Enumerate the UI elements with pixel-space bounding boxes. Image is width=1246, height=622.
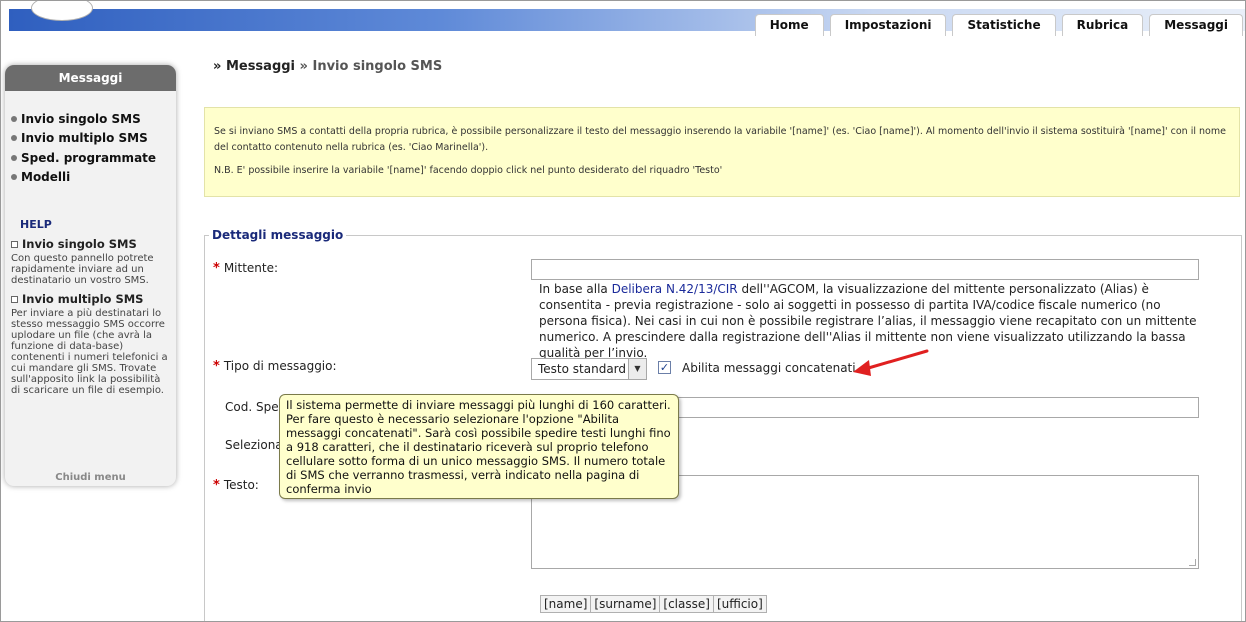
sidebar-item-label[interactable]: Invio singolo SMS	[21, 112, 141, 126]
resize-handle-icon[interactable]	[1189, 559, 1196, 566]
info-text: Se si inviano SMS a contatti della propr…	[214, 126, 1226, 153]
var-classe-button[interactable]: [classe]	[659, 595, 714, 613]
sidebar-title: Messaggi	[5, 65, 176, 91]
square-bullet-icon	[11, 240, 18, 248]
tab-messaggi[interactable]: Messaggi	[1149, 14, 1243, 36]
sidebar: Messaggi Invio singolo SMS Invio multipl…	[5, 65, 176, 486]
sidebar-item-label[interactable]: Sped. programmate	[21, 151, 156, 165]
close-menu-link[interactable]: Chiudi menu	[5, 472, 176, 483]
checkmark-icon: ✓	[659, 361, 670, 374]
var-name-button[interactable]: [name]	[540, 595, 592, 613]
tipo-select-value: Testo standard	[538, 362, 627, 376]
info-note: N.B. E' possibile inserire la variabile …	[214, 165, 723, 176]
tipo-select[interactable]: Testo standard ▼	[531, 358, 647, 380]
variable-buttons: [name] [surname] [classe] [ufficio]	[540, 595, 767, 613]
sidebar-item-sped-programmate[interactable]: Sped. programmate	[11, 148, 176, 168]
sidebar-item-invio-multiplo[interactable]: Invio multiplo SMS	[11, 129, 176, 149]
testo-label: * Testo:	[213, 478, 259, 493]
tab-statistiche[interactable]: Statistiche	[952, 14, 1056, 36]
var-ufficio-button[interactable]: [ufficio]	[712, 595, 767, 613]
sidebar-menu: Invio singolo SMS Invio multiplo SMS Spe…	[5, 109, 176, 187]
required-mark: *	[213, 359, 220, 374]
help-title: HELP	[20, 218, 52, 231]
tipo-label: * Tipo di messaggio:	[213, 359, 337, 374]
concat-label[interactable]: Abilita messaggi concatenati	[682, 361, 856, 375]
mittente-label: * Mittente:	[213, 261, 279, 276]
square-bullet-icon	[11, 295, 18, 303]
help-section-multiplo: Invio multiplo SMS Per inviare a più des…	[11, 292, 176, 396]
fieldset-legend: Dettagli messaggio	[209, 228, 347, 242]
sidebar-item-modelli[interactable]: Modelli	[11, 168, 176, 188]
help-text: Con questo pannello potrete rapidamente …	[11, 253, 154, 286]
sidebar-item-label[interactable]: Invio multiplo SMS	[21, 131, 148, 145]
help-heading: Invio multiplo SMS	[22, 292, 144, 306]
chevron-down-icon[interactable]: ▼	[628, 359, 646, 379]
page-frame: Home Impostazioni Statistiche Rubrica Me…	[0, 0, 1246, 622]
cod-spedizione-label: Cod. Spe	[225, 400, 279, 414]
tab-rubrica[interactable]: Rubrica	[1061, 14, 1144, 36]
logo	[31, 1, 93, 21]
mittente-input[interactable]	[531, 259, 1199, 280]
seleziona-label: Seleziona	[225, 438, 283, 452]
breadcrumb: » Messaggi » Invio singolo SMS	[213, 59, 443, 74]
var-surname-button[interactable]: [surname]	[590, 595, 661, 613]
bullet-icon	[11, 174, 17, 181]
tab-home[interactable]: Home	[754, 14, 824, 36]
bullet-icon	[11, 135, 17, 142]
sidebar-item-invio-singolo[interactable]: Invio singolo SMS	[11, 109, 176, 129]
info-box: Se si inviano SMS a contatti della propr…	[204, 107, 1240, 197]
help-section-singolo: Invio singolo SMS Con questo pannello po…	[11, 237, 176, 286]
breadcrumb-current: Invio singolo SMS	[312, 59, 443, 74]
bullet-icon	[11, 154, 17, 161]
delibera-link[interactable]: Delibera N.42/13/CIR	[612, 282, 738, 296]
required-mark: *	[213, 478, 220, 493]
concat-tooltip: Il sistema permette di inviare messaggi …	[279, 394, 679, 499]
help-text: Per inviare a più destinatari lo stesso …	[11, 308, 168, 396]
breadcrumb-section[interactable]: Messaggi	[226, 59, 295, 74]
main-nav: Home Impostazioni Statistiche Rubrica Me…	[754, 14, 1243, 36]
red-arrow-icon	[853, 349, 929, 376]
tab-impostazioni[interactable]: Impostazioni	[829, 14, 947, 36]
sidebar-item-label[interactable]: Modelli	[21, 170, 70, 184]
bullet-icon	[11, 115, 17, 122]
help-heading: Invio singolo SMS	[22, 237, 137, 251]
concat-checkbox[interactable]: ✓	[658, 361, 671, 374]
required-mark: *	[213, 261, 220, 276]
